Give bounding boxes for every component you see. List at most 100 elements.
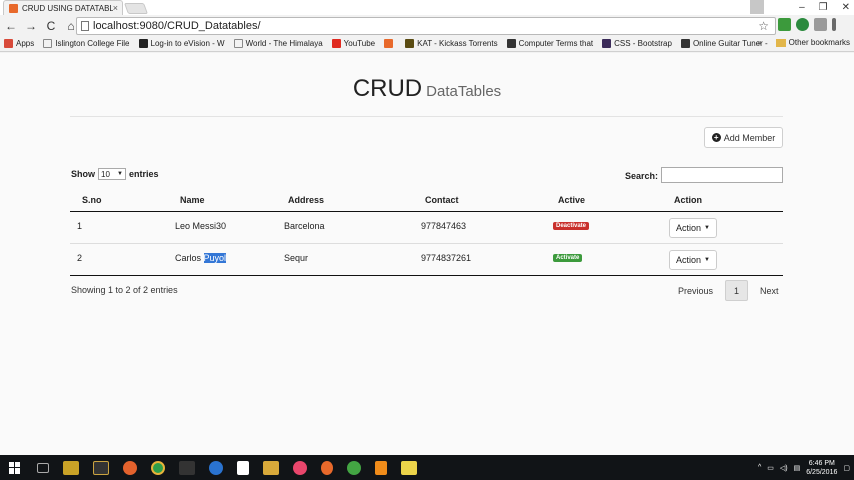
- bookmark-item[interactable]: KAT - Kickass Torrents: [405, 39, 498, 48]
- minimize-button[interactable]: –: [799, 2, 805, 13]
- action-dropdown-button[interactable]: Action ▼: [669, 250, 717, 270]
- cell-sno: 1: [77, 221, 83, 231]
- dropbox-extension-icon[interactable]: [814, 18, 827, 31]
- youtube-icon: [331, 39, 341, 48]
- profile-icon[interactable]: [750, 0, 764, 14]
- task-view-icon[interactable]: [37, 462, 49, 473]
- extension-icons: [778, 18, 836, 31]
- page-1-button[interactable]: 1: [725, 280, 749, 301]
- caret-down-icon: ▼: [704, 225, 710, 231]
- page-icon: [233, 39, 243, 48]
- browser-toolbar: ← → C ⌂ localhost:9080/CRUD_Datatables/ …: [0, 15, 854, 36]
- file-explorer-icon[interactable]: [63, 460, 79, 475]
- entries-label: entries: [129, 169, 159, 179]
- cell-sno: 2: [77, 253, 83, 263]
- bookmark-item[interactable]: [384, 39, 396, 48]
- edge-icon[interactable]: [209, 460, 223, 475]
- folder-icon: [775, 38, 786, 47]
- add-member-label: Add Member: [723, 132, 776, 143]
- column-header-address[interactable]: Address: [288, 195, 324, 205]
- firefox-icon[interactable]: [123, 460, 137, 475]
- app-orange-icon[interactable]: [321, 460, 333, 475]
- address-bar[interactable]: localhost:9080/CRUD_Datatables/ ☆: [76, 17, 776, 35]
- tab-title: CRUD USING DATATABLE: [22, 3, 113, 13]
- chrome-icon[interactable]: [151, 460, 165, 475]
- bookmark-item[interactable]: CSS - Bootstrap: [602, 39, 672, 48]
- bookmarks-more-icon[interactable]: »: [757, 38, 761, 47]
- utorrent-icon[interactable]: [347, 460, 361, 475]
- tab-close-icon[interactable]: ×: [113, 3, 122, 13]
- tab-strip: CRUD USING DATATABLE × – ❐ ✕: [0, 0, 854, 15]
- media-icon[interactable]: [263, 460, 279, 475]
- bookmark-item[interactable]: Log-in to eVision - W: [138, 39, 225, 48]
- app-icon[interactable]: [93, 460, 109, 475]
- cell-address: Barcelona: [284, 221, 325, 231]
- column-header-sno[interactable]: S.no: [82, 195, 102, 205]
- table-header: S.no Name Address Contact Active Action: [70, 191, 783, 212]
- forward-button[interactable]: →: [22, 19, 40, 33]
- next-page-button[interactable]: Next: [752, 280, 787, 301]
- status-badge[interactable]: Deactivate: [553, 222, 590, 230]
- bookmark-item[interactable]: Islington College File: [43, 39, 130, 48]
- close-window-button[interactable]: ✕: [842, 2, 850, 13]
- bootstrap-icon: [602, 39, 612, 48]
- reload-button[interactable]: C: [42, 19, 60, 33]
- tuner-icon: [680, 39, 690, 48]
- store-icon[interactable]: [237, 460, 249, 475]
- action-label: Action: [676, 223, 702, 233]
- eclipse-icon[interactable]: [179, 460, 195, 475]
- volume-icon[interactable]: ◁): [780, 464, 788, 472]
- bookmark-star-icon[interactable]: ☆: [758, 19, 769, 33]
- url-text: localhost:9080/CRUD_Datatables/: [93, 20, 261, 32]
- clock[interactable]: 6:46 PM 6/25/2016: [806, 459, 837, 477]
- page-favicon-icon: [9, 3, 18, 13]
- blogger-icon: [384, 39, 394, 48]
- bookmark-item[interactable]: Computer Terms that: [506, 39, 593, 48]
- menu-icon[interactable]: [832, 18, 836, 31]
- bookmark-item[interactable]: YouTube: [331, 39, 375, 48]
- page-length-select[interactable]: 10 ▼: [98, 168, 126, 180]
- previous-page-button[interactable]: Previous: [670, 280, 721, 301]
- bookmark-item[interactable]: Apps: [4, 39, 34, 48]
- download-extension-icon[interactable]: [778, 18, 791, 31]
- search-label: Search:: [625, 171, 659, 181]
- bookmark-item[interactable]: Online Guitar Tuner -: [680, 39, 768, 48]
- keyboard-icon[interactable]: ▤: [794, 464, 801, 472]
- green-extension-icon[interactable]: [796, 18, 809, 31]
- add-member-button[interactable]: + Add Member: [704, 127, 783, 148]
- clock-time: 6:46 PM: [808, 459, 835, 467]
- sticky-notes-icon[interactable]: [401, 460, 417, 475]
- notifications-icon[interactable]: ▢: [843, 464, 850, 472]
- show-label: Show: [71, 169, 95, 179]
- search-input[interactable]: [661, 167, 783, 183]
- cell-name: Leo Messi30: [175, 221, 226, 231]
- column-header-action[interactable]: Action: [674, 195, 702, 205]
- maximize-button[interactable]: ❐: [819, 2, 828, 13]
- column-header-contact[interactable]: Contact: [425, 195, 459, 205]
- other-bookmarks[interactable]: » Other bookmarks: [757, 38, 850, 47]
- back-button[interactable]: ←: [2, 19, 20, 33]
- page-title-subtitle: DataTables: [426, 83, 502, 100]
- column-header-active[interactable]: Active: [558, 195, 585, 205]
- tray-chevron-icon[interactable]: ^: [758, 464, 761, 471]
- bookmarks-bar: Apps Islington College File Log-in to eV…: [0, 36, 854, 52]
- column-header-name[interactable]: Name: [180, 195, 205, 205]
- itunes-icon[interactable]: [293, 460, 307, 475]
- cell-address: Sequr: [284, 253, 309, 263]
- clock-date: 6/25/2016: [806, 468, 838, 476]
- kat-icon: [405, 39, 415, 48]
- action-dropdown-button[interactable]: Action ▼: [669, 218, 717, 238]
- status-badge[interactable]: Activate: [553, 254, 583, 262]
- taskbar: ^ ▭ ◁) ▤ 6:46 PM 6/25/2016 ▢: [0, 455, 854, 480]
- windows-logo-icon: [9, 461, 21, 474]
- start-button[interactable]: [0, 461, 30, 474]
- bookmark-item[interactable]: World - The Himalaya: [233, 39, 323, 48]
- new-tab-button[interactable]: [123, 3, 149, 14]
- cell-name: Carlos Puyol: [175, 253, 227, 263]
- page-length-value: 10: [101, 169, 110, 179]
- browser-tab[interactable]: CRUD USING DATATABLE ×: [3, 0, 123, 15]
- network-icon[interactable]: ▭: [767, 464, 774, 472]
- action-label: Action: [676, 255, 702, 265]
- name-selected-text: Puyol: [203, 253, 227, 263]
- vlc-icon[interactable]: [375, 460, 387, 475]
